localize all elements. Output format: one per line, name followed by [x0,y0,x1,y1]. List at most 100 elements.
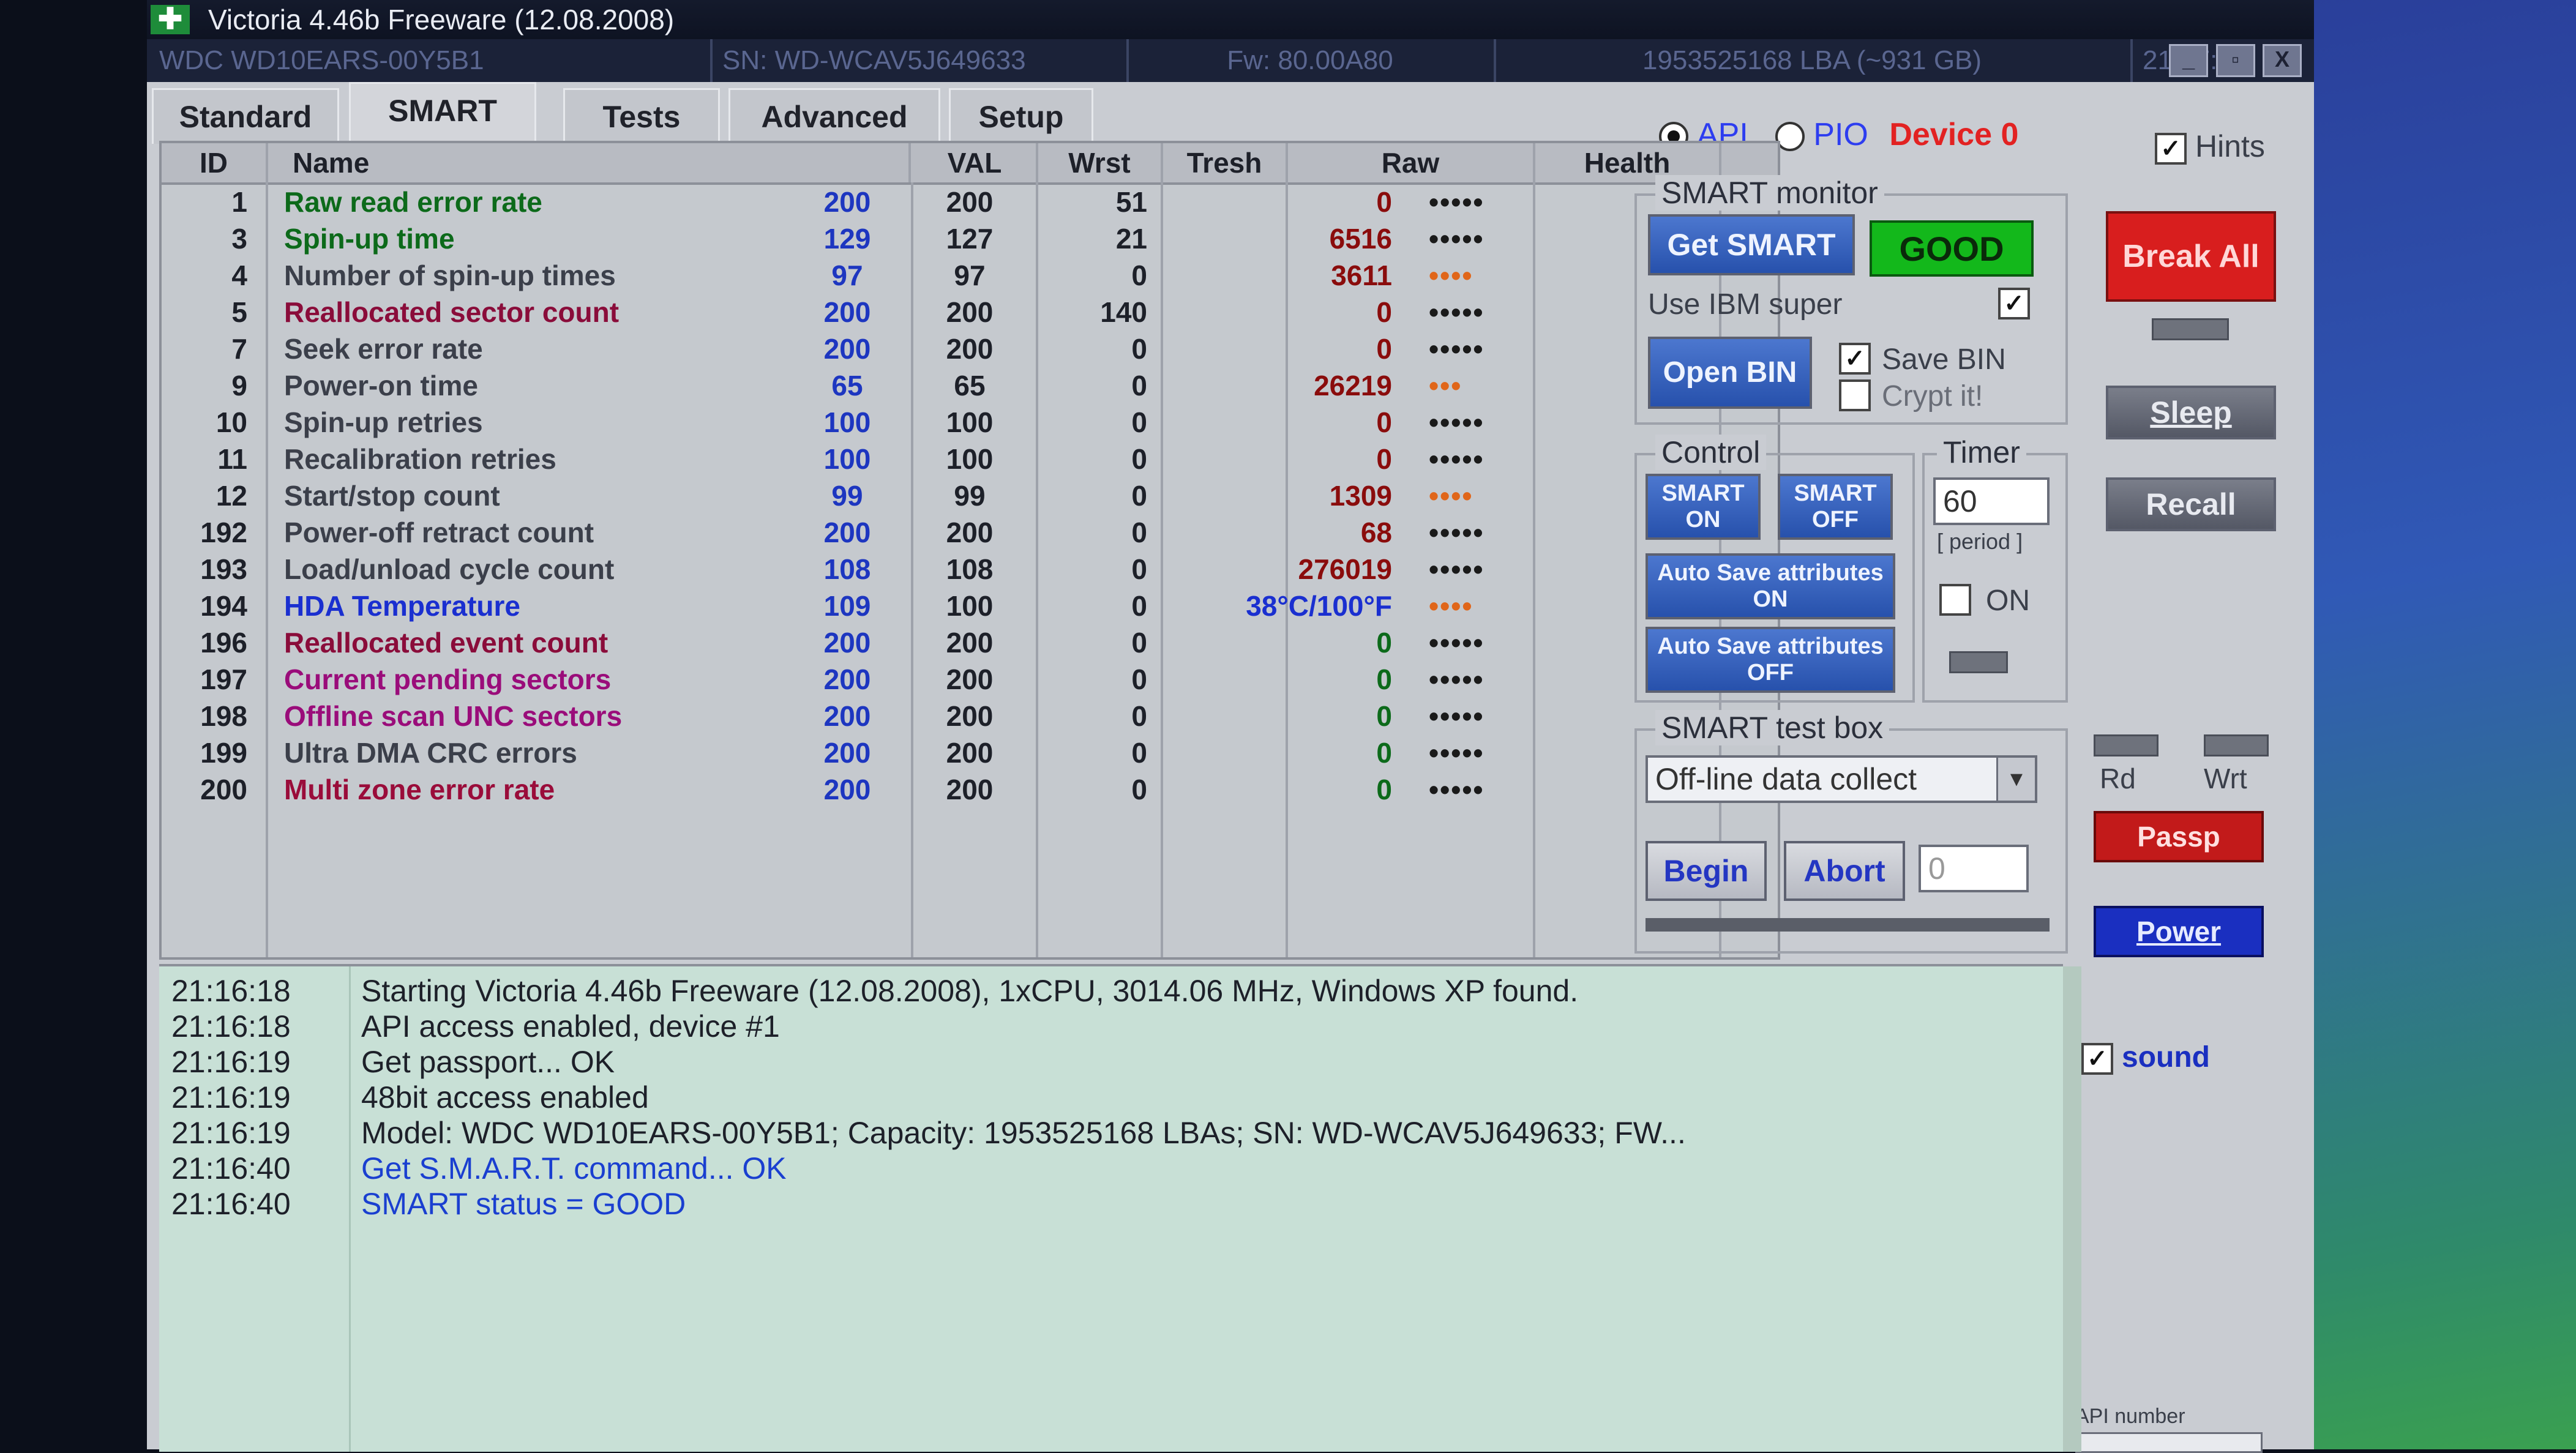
crypt-checkbox[interactable] [1839,379,1871,411]
attr-worst: 200 [946,663,994,695]
attr-id: 199 [200,737,247,769]
log-time: 21:16:19 [171,1045,291,1079]
sleep-button[interactable]: Sleep [2106,386,2276,439]
attr-threshold: 0 [1131,370,1147,402]
passport-button[interactable]: Passp [2094,811,2264,862]
attr-worst: 200 [946,186,994,218]
table-row[interactable]: 12 Start/stop count 99 99 0 1309 •••• [162,477,1778,514]
get-smart-button[interactable]: Get SMART [1648,214,1855,275]
attr-raw: 0 [1376,296,1392,328]
attr-raw: 276019 [1298,553,1393,585]
attr-threshold: 0 [1131,517,1147,548]
attr-raw: 0 [1376,333,1392,365]
save-bin-checkbox[interactable]: ✓ [1839,343,1871,375]
timer-period-input[interactable]: 60 [1933,477,2050,525]
tab-advanced[interactable]: Advanced [728,88,940,144]
attr-value: 200 [823,333,871,365]
smart-attributes-table: ID Name VAL Wrst Tresh Raw Health 1 Raw r… [159,141,1780,960]
attr-raw: 0 [1376,774,1392,805]
table-row[interactable]: 3 Spin-up time 129 127 21 6516 ••••• [162,220,1778,257]
table-row[interactable]: 198 Offline scan UNC sectors 200 200 0 0 ••••• [162,698,1778,734]
tab-tests[interactable]: Tests [563,88,720,144]
timer-on-checkbox[interactable] [1939,584,1971,616]
attr-id: 196 [200,627,247,659]
abort-button[interactable]: Abort [1784,841,1905,901]
log-scrollbar[interactable] [2063,966,2081,1452]
attr-threshold: 51 [1115,186,1147,218]
table-row[interactable]: 192 Power-off retract count 200 200 0 68 ••••• [162,514,1778,551]
log-message: 48bit access enabled [361,1080,649,1115]
table-row[interactable]: 199 Ultra DMA CRC errors 200 200 0 0 ••••• [162,734,1778,771]
table-row[interactable]: 4 Number of spin-up times 97 97 0 3611 •••• [162,257,1778,294]
table-row[interactable]: 200 Multi zone error rate 200 200 0 0 ••••• [162,771,1778,808]
tab-standard[interactable]: Standard [152,88,339,144]
use-ibm-checkbox[interactable]: ✓ [1998,288,2030,319]
attr-raw: 26219 [1314,370,1392,402]
col-wrst: Wrst [1038,143,1163,182]
sound-checkbox[interactable]: ✓ [2081,1043,2113,1075]
power-button[interactable]: Power [2094,906,2264,957]
test-count-field[interactable]: 0 [1919,845,2029,892]
attr-health: ••••• [1429,627,1485,659]
hints-checkbox[interactable]: ✓ [2155,132,2187,165]
api-number-label: API number [2075,1405,2185,1428]
title-bar[interactable]: ✚ Victoria 4.46b Freeware (12.08.2008) [147,0,2314,39]
attr-raw: 68 [1360,517,1392,548]
col-raw: Raw [1288,143,1535,182]
crypt-label: Crypt it! [1882,380,1983,413]
log-entry: 21:16:40 Get S.M.A.R.T. command... OK [171,1150,787,1187]
read-label: Rd [2100,763,2136,794]
attr-id: 5 [231,296,247,328]
drive-serial: SN: WD-WCAV5J649633 [710,39,1129,82]
chevron-down-icon[interactable]: ▼ [1996,758,2035,801]
attr-id: 12 [215,480,247,512]
close-button[interactable]: X [2263,44,2302,77]
table-row[interactable]: 10 Spin-up retries 100 100 0 0 ••••• [162,404,1778,441]
attr-threshold: 140 [1100,296,1147,328]
autosave-on-button[interactable]: Auto Save attributes ON [1646,553,1895,619]
smart-on-button[interactable]: SMART ON [1646,474,1761,540]
api-number-field[interactable] [2075,1432,2263,1453]
minimize-button[interactable]: _ [2169,44,2209,77]
tab-setup[interactable]: Setup [949,88,1093,144]
table-row[interactable]: 196 Reallocated event count 200 200 0 0 ••••• [162,624,1778,661]
table-row[interactable]: 11 Recalibration retries 100 100 0 0 ••••• [162,441,1778,477]
attr-value: 109 [823,590,871,622]
table-row[interactable]: 9 Power-on time 65 65 0 26219 ••• [162,367,1778,404]
attr-threshold: 0 [1131,590,1147,622]
attr-threshold: 0 [1131,480,1147,512]
attr-value: 200 [823,627,871,659]
attr-worst: 200 [946,296,994,328]
table-row[interactable]: 7 Seek error rate 200 200 0 0 ••••• [162,331,1778,367]
recall-button[interactable]: Recall [2106,477,2276,531]
read-indicator [2094,734,2159,756]
smart-monitor-group: SMART monitor Get SMART GOOD Use IBM sup… [1634,175,2068,425]
autosave-off-button[interactable]: Auto Save attributes OFF [1646,627,1895,693]
break-all-button[interactable]: Break All [2106,211,2276,302]
smart-off-button[interactable]: SMART OFF [1778,474,1893,540]
open-bin-button[interactable]: Open BIN [1648,337,1812,409]
attr-threshold: 21 [1115,223,1147,255]
attr-id: 194 [200,590,247,622]
attr-id: 193 [200,553,247,585]
maximize-button[interactable]: ▫ [2215,44,2255,77]
attr-id: 10 [215,406,247,438]
device-label: Device 0 [1889,117,2019,152]
drive-model: WDC WD10EARS-00Y5B1 [147,39,713,82]
table-row[interactable]: 193 Load/unload cycle count 108 108 0 276019 •… [162,551,1778,588]
attr-worst: 200 [946,737,994,769]
table-row[interactable]: 1 Raw read error rate 200 200 51 0 ••••• [162,184,1778,220]
attr-id: 197 [200,663,247,695]
begin-button[interactable]: Begin [1646,841,1767,901]
table-row[interactable]: 197 Current pending sectors 200 200 0 0 ••••• [162,661,1778,698]
attr-value: 200 [823,517,871,548]
attr-worst: 200 [946,517,994,548]
table-row[interactable]: 5 Reallocated sector count 200 200 140 0 ••••• [162,294,1778,331]
attr-health: ••••• [1429,406,1485,438]
attr-worst: 108 [946,553,994,585]
test-type-select[interactable]: Off-line data collect ▼ [1646,755,2037,803]
attr-threshold: 0 [1131,443,1147,475]
timer-period-label: [ period ] [1937,529,2023,554]
drive-lba: 1953525168 LBA (~931 GB) [1494,39,2133,82]
table-row[interactable]: 194 HDA Temperature 109 100 0 38°C/100°F •••• [162,588,1778,624]
